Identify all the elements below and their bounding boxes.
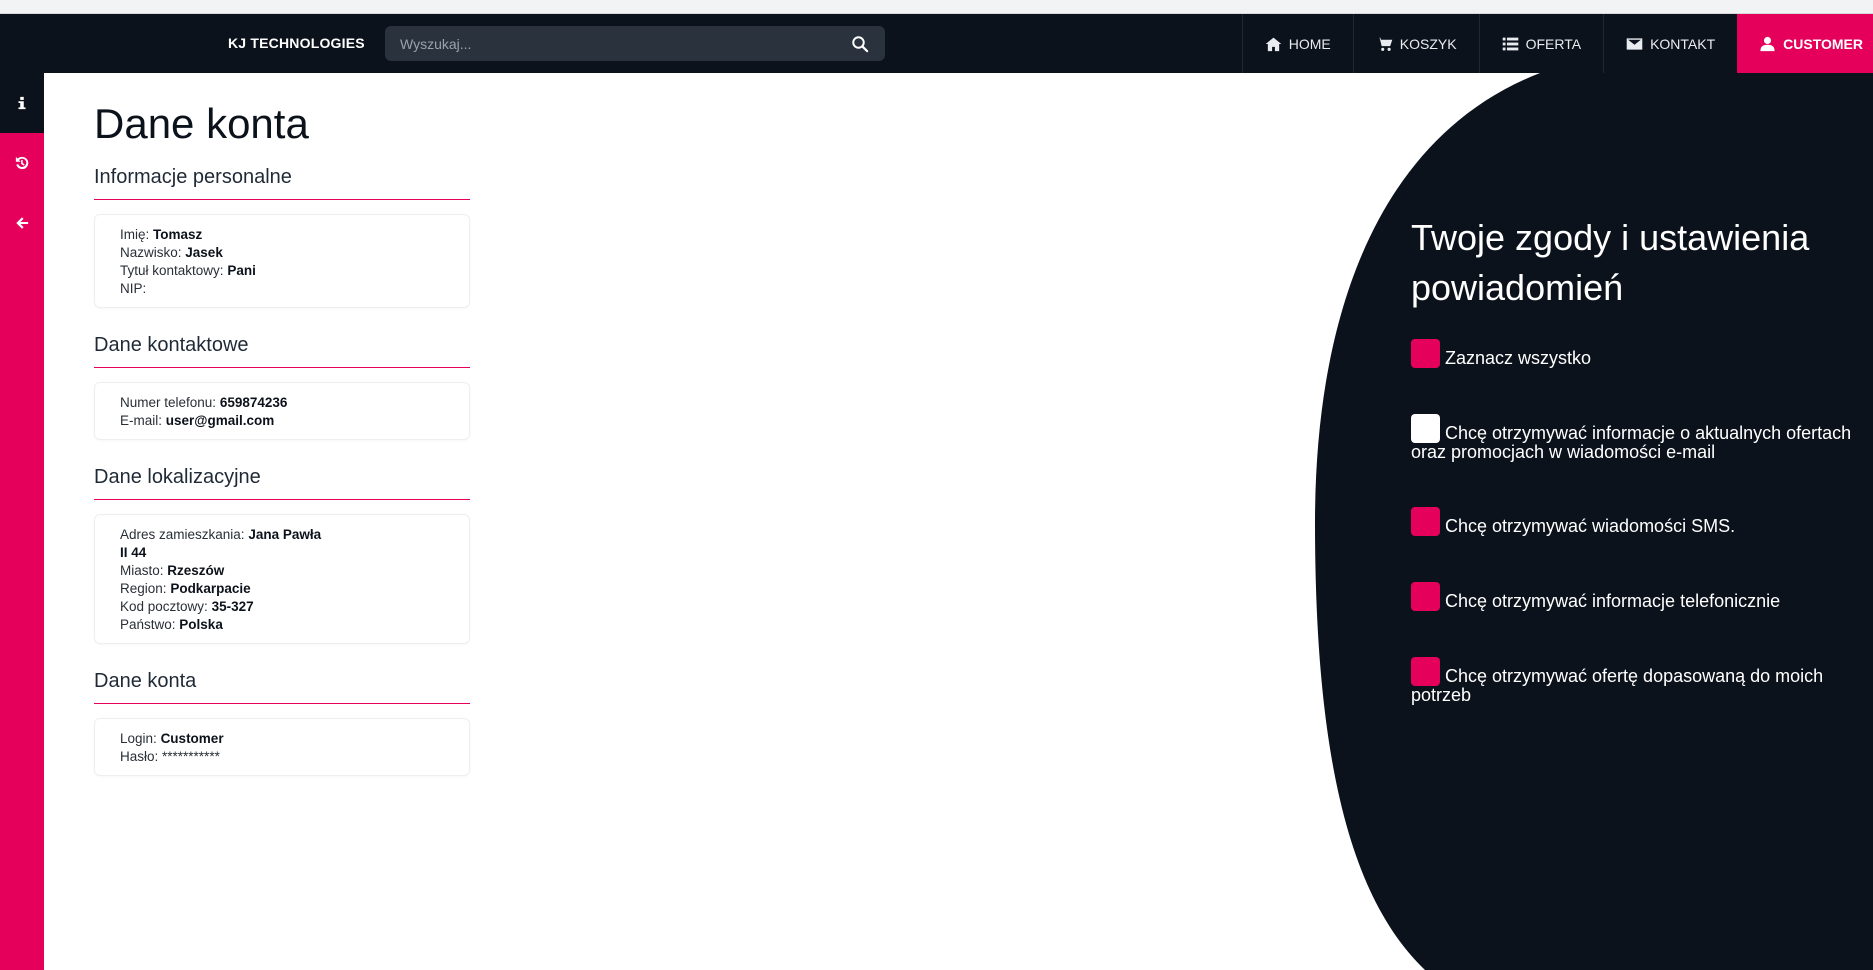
last-name-label: Nazwisko: (120, 245, 182, 260)
sidebar-back-button[interactable] (0, 193, 44, 253)
consent-label-phone: Chcę otrzymywać informacje telefonicznie (1445, 591, 1781, 611)
city-row: Miasto: Rzeszów (120, 562, 444, 580)
location-section-title: Dane lokalizacyjne (94, 466, 470, 500)
consent-label-sms: Chcę otrzymywać wiadomości SMS. (1445, 516, 1736, 536)
contact-section-title: Dane kontaktowe (94, 334, 470, 368)
login-value: Customer (160, 731, 224, 746)
consent-checkbox-sms[interactable] (1411, 507, 1440, 536)
first-name-row: Imię: Tomasz (120, 226, 444, 244)
login-row: Login: Customer (120, 730, 444, 748)
brand-logo[interactable]: KJ TECHNOLOGIES (228, 14, 365, 73)
consent-email: Chcę otrzymywać informacje o aktualnych … (1411, 414, 1861, 461)
nip-row: NIP: (120, 280, 444, 298)
first-name-label: Imię: (120, 227, 150, 242)
login-label: Login: (120, 731, 157, 746)
nav-menu: HOME KOSZYK OFERTA KONTAKT CUSTOMER (1241, 14, 1873, 73)
email-label: E-mail: (120, 413, 163, 428)
search-icon[interactable] (851, 35, 869, 53)
postal-value: 35-327 (211, 599, 254, 614)
region-value: Podkarpacie (170, 581, 251, 596)
consent-checkbox-select-all[interactable] (1411, 339, 1440, 368)
info-icon (18, 96, 26, 110)
email-value: user@gmail.com (165, 413, 275, 428)
contact-info-card: Numer telefonu: 659874236 E-mail: user@g… (94, 382, 470, 440)
address-value-line1: Jana Pawła (248, 527, 322, 542)
city-value: Rzeszów (167, 563, 225, 578)
nav-contact[interactable]: KONTAKT (1603, 14, 1737, 73)
address-label: Adres zamieszkania: (120, 527, 245, 542)
email-row: E-mail: user@gmail.com (120, 412, 444, 430)
list-icon (1502, 37, 1518, 50)
last-name-value: Jasek (185, 245, 223, 260)
location-info-card: Adres zamieszkania: Jana Pawła II 44 Mia… (94, 514, 470, 644)
account-section-title: Dane konta (94, 670, 470, 704)
sidebar-info-button[interactable] (0, 73, 44, 133)
last-name-row: Nazwisko: Jasek (120, 244, 444, 262)
phone-row: Numer telefonu: 659874236 (120, 394, 444, 412)
phone-value: 659874236 (219, 395, 288, 410)
city-label: Miasto: (120, 563, 164, 578)
account-info-card: Login: Customer Hasło: *********** (94, 718, 470, 776)
nip-label: NIP: (120, 281, 147, 296)
search-input[interactable] (385, 26, 835, 61)
country-label: Państwo: (120, 617, 176, 632)
home-icon (1265, 37, 1282, 51)
country-row: Państwo: Polska (120, 616, 444, 634)
salutation-label: Tytuł kontaktowy: (120, 263, 224, 278)
consent-label-email: Chcę otrzymywać informacje o aktualnych … (1411, 423, 1852, 462)
region-row: Region: Podkarpacie (120, 580, 444, 598)
consents-title: Twoje zgody i ustawienia powiadomień (1411, 217, 1810, 308)
nav-offer[interactable]: OFERTA (1478, 14, 1604, 73)
nav-cart[interactable]: KOSZYK (1352, 14, 1479, 73)
history-icon (15, 156, 29, 170)
nav-contact-label: KONTAKT (1650, 35, 1716, 52)
salutation-value: Pani (227, 263, 256, 278)
postal-row: Kod pocztowy: 35-327 (120, 598, 444, 616)
consent-label-personalized: Chcę otrzymywać ofertę dopasowaną do moi… (1411, 666, 1824, 705)
password-value: *********** (162, 749, 220, 764)
browser-chrome-strip (0, 0, 1873, 14)
page-title: Dane konta (94, 100, 309, 147)
consents-panel: Twoje zgody i ustawienia powiadomień Zaz… (1315, 73, 1873, 970)
personal-section-title: Informacje personalne (94, 166, 470, 200)
account-details: Dane konta Informacje personalne Imię: T… (94, 100, 470, 802)
address-row: Adres zamieszkania: Jana Pawła (120, 526, 444, 544)
cart-icon (1376, 37, 1393, 51)
user-icon (1760, 36, 1775, 51)
search-bar (385, 26, 885, 61)
password-label: Hasło: (120, 749, 159, 764)
consent-label-select-all: Zaznacz wszystko (1445, 348, 1592, 368)
consent-phone: Chcę otrzymywać informacje telefonicznie (1411, 582, 1861, 611)
consent-personalized: Chcę otrzymywać ofertę dopasowaną do moi… (1411, 657, 1861, 704)
top-navbar: KJ TECHNOLOGIES HOME KOSZYK OFERTA KONTA… (0, 14, 1873, 73)
consent-select-all: Zaznacz wszystko (1411, 339, 1861, 368)
sidebar-history-button[interactable] (0, 133, 44, 193)
side-toolbar (0, 73, 44, 970)
salutation-row: Tytuł kontaktowy: Pani (120, 262, 444, 280)
consent-sms: Chcę otrzymywać wiadomości SMS. (1411, 507, 1861, 536)
consent-checkbox-email[interactable] (1411, 414, 1440, 443)
nav-home-label: HOME (1288, 35, 1331, 52)
envelope-icon (1626, 37, 1643, 50)
address-row-continued: II 44 (120, 544, 444, 562)
address-value-line2: II 44 (120, 545, 147, 560)
country-value: Polska (179, 617, 223, 632)
consent-checkbox-phone[interactable] (1411, 582, 1440, 611)
first-name-value: Tomasz (153, 227, 203, 242)
nav-cart-label: KOSZYK (1399, 35, 1457, 52)
postal-label: Kod pocztowy: (120, 599, 208, 614)
nav-home[interactable]: HOME (1241, 14, 1353, 73)
arrow-left-icon (16, 217, 29, 229)
personal-info-card: Imię: Tomasz Nazwisko: Jasek Tytuł konta… (94, 214, 470, 308)
nav-customer-label: CUSTOMER (1783, 35, 1863, 52)
phone-label: Numer telefonu: (120, 395, 217, 410)
consents-list: Twoje zgody i ustawienia powiadomień Zaz… (1411, 213, 1861, 750)
nav-customer[interactable]: CUSTOMER (1737, 14, 1873, 73)
nav-offer-label: OFERTA (1525, 35, 1582, 52)
password-row: Hasło: *********** (120, 748, 444, 766)
region-label: Region: (120, 581, 167, 596)
consent-checkbox-personalized[interactable] (1411, 657, 1440, 686)
